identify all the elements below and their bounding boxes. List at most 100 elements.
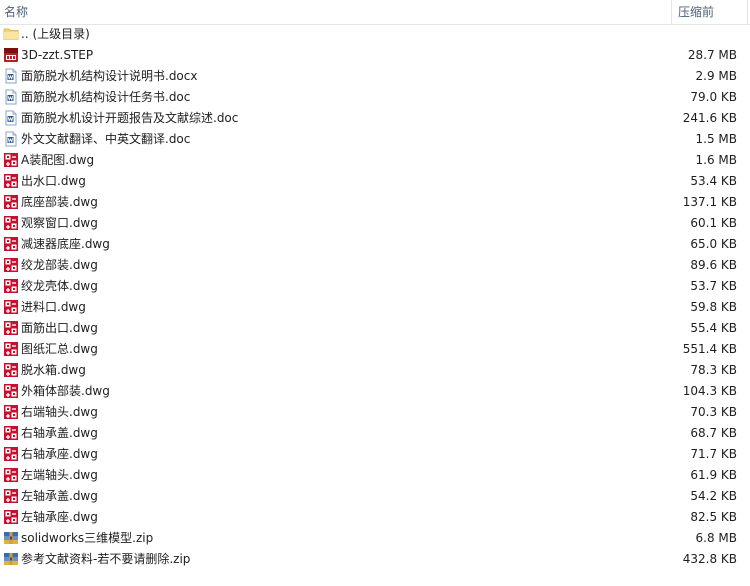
file-name: 外箱体部装.dwg [21, 384, 110, 398]
file-name: 右轴承座.dwg [21, 447, 98, 461]
dwg-file-icon [3, 257, 19, 273]
dwg-file-icon [3, 236, 19, 252]
file-size: 59.8 KB [690, 300, 737, 314]
file-row[interactable]: 出水口.dwg 53.4 KB [0, 171, 750, 192]
file-row[interactable]: 参考文献资料-若不要请删除.zip 432.8 KB [0, 549, 750, 570]
file-row[interactable]: 面筋脱水机结构设计说明书.docx 2.9 MB [0, 66, 750, 87]
file-size: 55.4 KB [690, 321, 737, 335]
file-name: 底座部装.dwg [21, 195, 98, 209]
file-row[interactable]: 图纸汇总.dwg 551.4 KB [0, 339, 750, 360]
dwg-file-icon [3, 194, 19, 210]
dwg-file-icon [3, 320, 19, 336]
file-name: 图纸汇总.dwg [21, 342, 98, 356]
dwg-file-icon [3, 425, 19, 441]
file-size: 551.4 KB [682, 342, 737, 356]
file-name: A装配图.dwg [21, 153, 95, 167]
file-size: 137.1 KB [682, 195, 737, 209]
file-row[interactable]: 观察窗口.dwg 60.1 KB [0, 213, 750, 234]
dwg-file-icon [3, 509, 19, 525]
file-name: 脱水箱.dwg [21, 363, 86, 377]
file-name: 右端轴头.dwg [21, 405, 98, 419]
file-row[interactable]: 右端轴头.dwg 70.3 KB [0, 402, 750, 423]
file-name: 外文文献翻译、中英文翻译.doc [21, 132, 191, 146]
file-size: 61.9 KB [690, 468, 737, 482]
file-name: 右轴承盖.dwg [21, 426, 98, 440]
file-name: 左端轴头.dwg [21, 468, 98, 482]
file-name: 3D-zzt.STEP [21, 48, 94, 62]
file-size: 70.3 KB [690, 405, 737, 419]
file-row[interactable]: 底座部装.dwg 137.1 KB [0, 192, 750, 213]
file-row[interactable]: 3D-zzt.STEP 28.7 MB [0, 45, 750, 66]
dwg-file-icon [3, 488, 19, 504]
file-size: 79.0 KB [690, 90, 737, 104]
file-row[interactable]: solidworks三维模型.zip 6.8 MB [0, 528, 750, 549]
word-doc-icon [3, 131, 19, 147]
file-row[interactable]: 绞龙部装.dwg 89.6 KB [0, 255, 750, 276]
header-divider [747, 0, 748, 24]
word-doc-icon [3, 68, 19, 84]
file-size: 28.7 MB [687, 48, 737, 62]
file-size: 1.5 MB [695, 132, 737, 146]
file-size: 65.0 KB [690, 237, 737, 251]
file-row[interactable]: 外箱体部装.dwg 104.3 KB [0, 381, 750, 402]
file-size: 53.4 KB [690, 174, 737, 188]
file-row[interactable]: 右轴承座.dwg 71.7 KB [0, 444, 750, 465]
dwg-file-icon [3, 446, 19, 462]
word-doc-icon [3, 89, 19, 105]
file-name: 左轴承盖.dwg [21, 489, 98, 503]
file-row[interactable]: A装配图.dwg 1.6 MB [0, 150, 750, 171]
dwg-file-icon [3, 383, 19, 399]
file-row[interactable]: 外文文献翻译、中英文翻译.doc 1.5 MB [0, 129, 750, 150]
file-name: 出水口.dwg [21, 174, 86, 188]
file-row[interactable]: 减速器底座.dwg 65.0 KB [0, 234, 750, 255]
dwg-file-icon [3, 173, 19, 189]
file-row[interactable]: 左轴承座.dwg 82.5 KB [0, 507, 750, 528]
file-name: 减速器底座.dwg [21, 237, 110, 251]
file-row[interactable]: 脱水箱.dwg 78.3 KB [0, 360, 750, 381]
word-doc-icon [3, 110, 19, 126]
dwg-file-icon [3, 278, 19, 294]
file-size: 78.3 KB [690, 363, 737, 377]
file-row[interactable]: 绞龙壳体.dwg 53.7 KB [0, 276, 750, 297]
file-row[interactable]: 右轴承盖.dwg 68.7 KB [0, 423, 750, 444]
zip-archive-icon [3, 551, 19, 567]
file-name: 面筋脱水机设计开题报告及文献综述.doc [21, 111, 239, 125]
dwg-file-icon [3, 152, 19, 168]
file-row[interactable]: 面筋脱水机结构设计任务书.doc 79.0 KB [0, 87, 750, 108]
file-size: 68.7 KB [690, 426, 737, 440]
file-list: .. (上级目录) 3D-zzt.STEP 28.7 MB 面筋脱水机结构设计说明书… [0, 24, 750, 570]
dwg-file-icon [3, 299, 19, 315]
dwg-file-icon [3, 341, 19, 357]
column-header-bar: 名称 压缩前 [0, 0, 750, 25]
dwg-file-icon [3, 215, 19, 231]
file-row[interactable]: 面筋出口.dwg 55.4 KB [0, 318, 750, 339]
file-size: 6.8 MB [695, 531, 737, 545]
file-size: 432.8 KB [682, 552, 737, 566]
dwg-file-icon [3, 362, 19, 378]
parent-directory-row[interactable]: .. (上级目录) [0, 24, 750, 45]
file-size: 104.3 KB [682, 384, 737, 398]
dwg-file-icon [3, 467, 19, 483]
file-name: 参考文献资料-若不要请删除.zip [21, 552, 191, 566]
file-size: 71.7 KB [690, 447, 737, 461]
file-size: 54.2 KB [690, 489, 737, 503]
file-name: solidworks三维模型.zip [21, 531, 154, 545]
file-size: 53.7 KB [690, 279, 737, 293]
file-size: 60.1 KB [690, 216, 737, 230]
file-size: 89.6 KB [690, 258, 737, 272]
file-row[interactable]: 面筋脱水机设计开题报告及文献综述.doc 241.6 KB [0, 108, 750, 129]
dwg-file-icon [3, 404, 19, 420]
file-name: 左轴承座.dwg [21, 510, 98, 524]
file-row[interactable]: 进料口.dwg 59.8 KB [0, 297, 750, 318]
file-row[interactable]: 左端轴头.dwg 61.9 KB [0, 465, 750, 486]
file-size: 82.5 KB [690, 510, 737, 524]
parent-directory-label: .. (上级目录) [21, 27, 90, 41]
column-header-size[interactable]: 压缩前 [673, 0, 750, 24]
file-name: 绞龙壳体.dwg [21, 279, 98, 293]
zip-archive-icon [3, 530, 19, 546]
folder-icon [3, 26, 19, 42]
column-header-name[interactable]: 名称 [0, 0, 672, 24]
step-file-icon [3, 47, 19, 63]
file-name: 面筋脱水机结构设计说明书.docx [21, 69, 198, 83]
file-row[interactable]: 左轴承盖.dwg 54.2 KB [0, 486, 750, 507]
